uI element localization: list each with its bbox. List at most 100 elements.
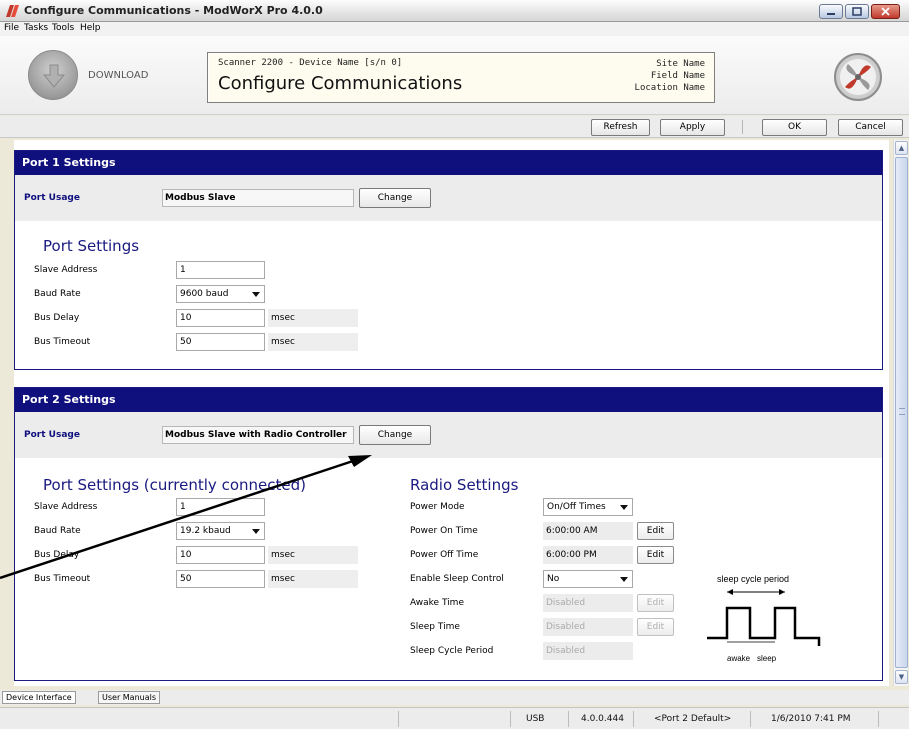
sleep-control-label: Enable Sleep Control	[410, 574, 504, 584]
window-title: Configure Communications - ModWorX Pro 4…	[24, 4, 323, 17]
sleep-time-value: Disabled	[543, 618, 633, 636]
port2-bus-timeout-input[interactable]: 50	[176, 570, 265, 588]
port1-bus-timeout-label: Bus Timeout	[34, 337, 91, 347]
port2-slave-address-label: Slave Address	[34, 502, 98, 512]
menu-file[interactable]: File	[4, 23, 19, 33]
field-name: Field Name	[650, 71, 705, 81]
port1-bus-delay-label: Bus Delay	[34, 313, 80, 323]
port1-usage-label: Port Usage	[24, 193, 80, 203]
port1-usage-row: Port Usage Modbus Slave Change	[15, 175, 882, 221]
tab-user-manuals[interactable]: User Manuals	[98, 691, 161, 704]
port2-bus-timeout-unit: msec	[268, 570, 358, 588]
status-port: <Port 2 Default>	[654, 714, 732, 724]
port2-bus-delay-label: Bus Delay	[34, 550, 80, 560]
port2-slave-address-input[interactable]: 1	[176, 498, 265, 516]
title-bar: Configure Communications - ModWorX Pro 4…	[0, 0, 909, 22]
device-identifier: Scanner 2200 - Device Name [s/n 0]	[218, 58, 403, 68]
port1-bus-delay-unit: msec	[268, 309, 358, 327]
sleep-cycle-value: Disabled	[543, 642, 633, 660]
minimize-button[interactable]	[819, 4, 843, 19]
sleep-time-edit-button[interactable]: Edit	[637, 618, 674, 636]
fan-blades-icon	[840, 59, 876, 95]
port1-baud-rate-select[interactable]: 9600 baud	[176, 285, 265, 303]
chevron-down-icon	[620, 505, 628, 510]
refresh-button[interactable]: Refresh	[591, 119, 650, 136]
menu-bar: File Tasks Tools Help	[0, 22, 909, 36]
port2-header: Port 2 Settings	[15, 388, 882, 412]
fan-logo-icon	[834, 53, 882, 101]
sleep-cycle-label: Sleep Cycle Period	[410, 646, 494, 656]
port1-baud-rate-value: 9600 baud	[180, 289, 229, 299]
port1-panel: Port 1 Settings Port Usage Modbus Slave …	[14, 150, 883, 370]
port2-bus-timeout-label: Bus Timeout	[34, 574, 91, 584]
port1-bus-timeout-input[interactable]: 50	[176, 333, 265, 351]
port2-section-title: Port Settings (currently connected)	[43, 476, 306, 494]
power-on-edit-button[interactable]: Edit	[637, 522, 674, 540]
status-divider	[750, 711, 751, 727]
apply-button[interactable]: Apply	[660, 119, 725, 136]
site-name: Site Name	[656, 59, 705, 69]
status-connection: USB	[526, 714, 545, 724]
port2-usage-row: Port Usage Modbus Slave with Radio Contr…	[15, 412, 882, 458]
sleep-control-select[interactable]: No	[543, 570, 633, 588]
status-bar: USB 4.0.0.444 <Port 2 Default> 1/6/2010 …	[0, 707, 909, 729]
scrollbar-thumb[interactable]	[895, 157, 908, 668]
power-off-edit-button[interactable]: Edit	[637, 546, 674, 564]
ok-button[interactable]: OK	[762, 119, 827, 136]
status-version: 4.0.0.444	[581, 714, 624, 724]
action-toolbar: Refresh Apply OK Cancel	[0, 116, 909, 138]
minimize-icon	[827, 13, 835, 15]
port1-header: Port 1 Settings	[15, 151, 882, 175]
sleep-time-label: Sleep Time	[410, 622, 460, 632]
close-icon	[881, 7, 890, 16]
download-button[interactable]	[28, 50, 78, 100]
page-title: Configure Communications	[218, 73, 463, 94]
power-off-time-label: Power Off Time	[410, 550, 479, 560]
application-window: Configure Communications - ModWorX Pro 4…	[0, 0, 909, 729]
sleep-cycle-period-label: sleep cycle period	[717, 574, 789, 584]
close-button[interactable]	[871, 4, 900, 19]
awake-time-edit-button[interactable]: Edit	[637, 594, 674, 612]
power-on-time-value: 6:00:00 AM	[543, 522, 633, 540]
arrow-right-icon	[779, 589, 785, 595]
status-datetime: 1/6/2010 7:41 PM	[771, 714, 851, 724]
maximize-button[interactable]	[845, 4, 869, 19]
port2-usage-value: Modbus Slave with Radio Controller	[162, 426, 354, 444]
port2-bus-delay-input[interactable]: 10	[176, 546, 265, 564]
status-divider	[878, 711, 879, 727]
port2-panel: Port 2 Settings Port Usage Modbus Slave …	[14, 387, 883, 681]
header-banner: DOWNLOAD Scanner 2200 - Device Name [s/n…	[0, 36, 909, 115]
maximize-icon	[852, 7, 862, 16]
status-divider	[510, 711, 511, 727]
port2-usage-label: Port Usage	[24, 430, 80, 440]
port2-change-button[interactable]: Change	[359, 425, 431, 445]
chevron-down-icon	[252, 292, 260, 297]
menu-tools[interactable]: Tools	[52, 23, 74, 33]
port1-change-button[interactable]: Change	[359, 188, 431, 208]
port2-baud-rate-select[interactable]: 19.2 kbaud	[176, 522, 265, 540]
power-off-time-value: 6:00:00 PM	[543, 546, 633, 564]
port1-bus-delay-input[interactable]: 10	[176, 309, 265, 327]
power-mode-value: On/Off Times	[547, 502, 606, 512]
awake-time-label: Awake Time	[410, 598, 464, 608]
sleep-cycle-diagram: sleep cycle period awake sleep	[707, 574, 821, 663]
menu-help[interactable]: Help	[80, 23, 101, 33]
port1-slave-address-input[interactable]: 1	[176, 261, 265, 279]
awake-time-value: Disabled	[543, 594, 633, 612]
app-logo-icon	[6, 5, 19, 17]
download-label[interactable]: DOWNLOAD	[88, 70, 148, 81]
waveform-line	[707, 606, 821, 646]
status-divider	[398, 711, 399, 727]
tab-device-interface[interactable]: Device Interface	[2, 691, 76, 704]
cancel-button[interactable]: Cancel	[838, 119, 903, 136]
port1-section-title: Port Settings	[43, 237, 140, 255]
port2-baud-rate-value: 19.2 kbaud	[180, 526, 231, 536]
vertical-scrollbar[interactable]: ▲ ▼	[893, 140, 908, 686]
menu-tasks[interactable]: Tasks	[24, 23, 48, 33]
sleep-control-value: No	[547, 574, 560, 584]
power-mode-select[interactable]: On/Off Times	[543, 498, 633, 516]
port1-baud-rate-label: Baud Rate	[34, 289, 81, 299]
scroll-up-icon[interactable]: ▲	[895, 141, 908, 155]
scroll-down-icon[interactable]: ▼	[895, 670, 908, 684]
power-mode-label: Power Mode	[410, 502, 465, 512]
